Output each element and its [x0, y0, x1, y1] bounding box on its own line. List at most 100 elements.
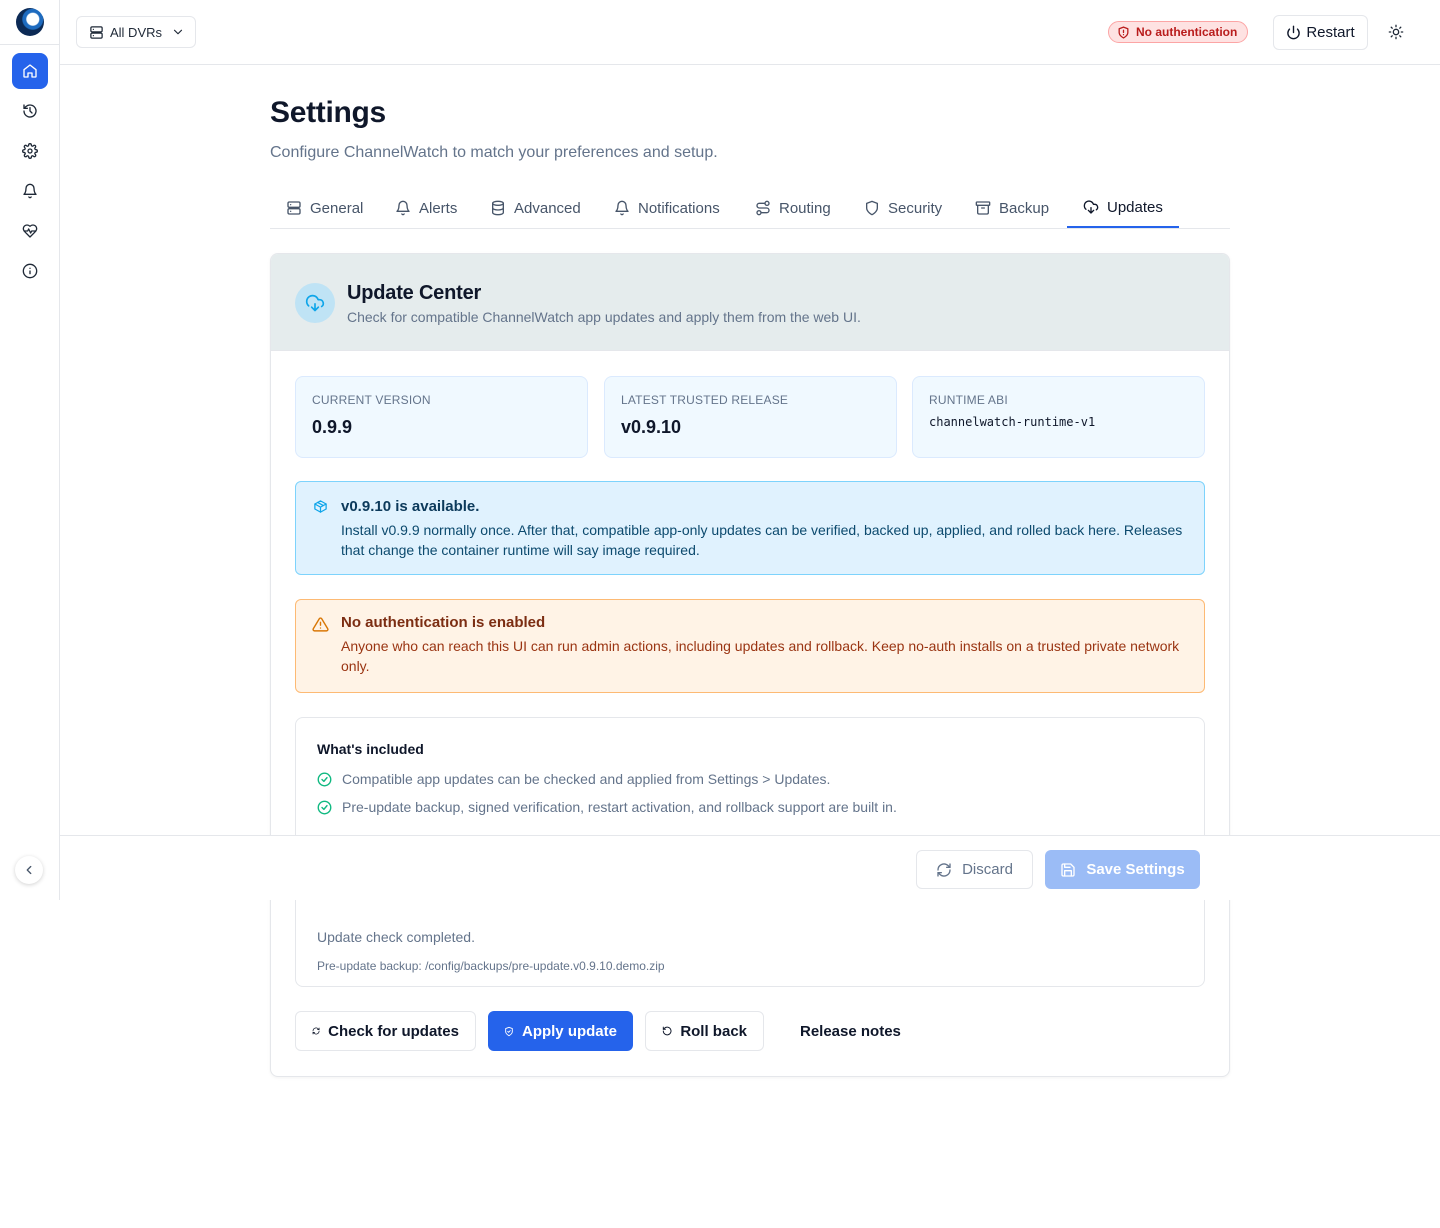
current-version-value: 0.9.9	[312, 417, 353, 437]
tab-label: Alerts	[419, 199, 458, 217]
server-icon	[90, 25, 103, 39]
refresh-icon	[312, 1027, 320, 1035]
sidebar-item-history[interactable]	[12, 93, 48, 129]
no-auth-warning-text: Anyone who can reach this UI can run adm…	[341, 638, 1180, 674]
update-available-text: Install v0.9.9 normally once. After that…	[341, 522, 1183, 558]
apply-update-button[interactable]: Apply update	[488, 1011, 633, 1051]
runtime-abi-value: channelwatch-runtime-v1	[929, 415, 1096, 429]
gear-icon	[22, 143, 38, 159]
sun-icon	[1388, 24, 1404, 40]
restart-button[interactable]: Restart	[1273, 15, 1368, 50]
list-item: Compatible app updates can be checked an…	[317, 771, 830, 787]
warning-triangle-icon	[312, 616, 329, 633]
home-icon	[23, 64, 37, 78]
cloud-download-icon	[295, 283, 335, 323]
page-subtitle: Configure ChannelWatch to match your pre…	[270, 144, 718, 161]
update-available-alert: v0.9.10 is available. Install v0.9.9 nor…	[295, 481, 1205, 575]
restart-label: Restart	[1306, 24, 1355, 41]
sidebar-divider	[0, 44, 60, 45]
check-circle-icon	[317, 772, 332, 786]
rollback-button[interactable]: Roll back	[645, 1011, 764, 1051]
tab-label: Backup	[999, 199, 1050, 217]
route-icon	[756, 200, 770, 216]
auth-status-badge: No authentication	[1108, 21, 1249, 43]
tab-backup[interactable]: Backup	[959, 188, 1065, 228]
update-center-subtitle: Check for compatible ChannelWatch app up…	[347, 309, 861, 325]
check-circle-icon	[317, 800, 332, 814]
tab-label: Updates	[1107, 198, 1163, 216]
tab-updates[interactable]: Updates	[1067, 188, 1179, 228]
latest-release-label: LATEST TRUSTED RELEASE	[621, 393, 789, 407]
tab-general[interactable]: General	[270, 188, 379, 228]
list-item-text: Pre-update backup, signed verification, …	[342, 799, 897, 815]
sidebar-item-health[interactable]	[12, 213, 48, 249]
bell-icon	[396, 200, 410, 216]
latest-release-stat: LATEST TRUSTED RELEASE v0.9.10	[604, 376, 897, 458]
cloud-download-icon	[1083, 200, 1099, 214]
whats-included-panel: What's included Compatible app updates c…	[295, 717, 1205, 847]
tab-label: Routing	[779, 199, 831, 217]
update-center-card: Update Center Check for compatible Chann…	[270, 253, 1230, 1077]
app-logo[interactable]	[16, 8, 44, 36]
shield-icon	[866, 200, 878, 216]
tab-label: Advanced	[514, 199, 581, 217]
list-item: Pre-update backup, signed verification, …	[317, 799, 897, 815]
package-icon	[313, 499, 328, 514]
sidebar-item-notifications[interactable]	[12, 173, 48, 209]
discard-label: Discard	[962, 861, 1013, 878]
release-notes-link[interactable]: Release notes	[776, 1011, 916, 1051]
database-icon	[492, 200, 504, 216]
save-settings-button[interactable]: Save Settings	[1045, 850, 1200, 889]
discard-button[interactable]: Discard	[916, 850, 1033, 889]
sidebar-item-home[interactable]	[12, 53, 48, 89]
auth-status-text: No authentication	[1136, 25, 1238, 39]
shield-alert-icon	[1118, 25, 1129, 39]
info-icon	[22, 263, 38, 279]
no-auth-warning-title: No authentication is enabled	[341, 614, 546, 631]
power-icon	[1287, 25, 1301, 40]
apply-update-label: Apply update	[521, 1022, 617, 1040]
theme-toggle-button[interactable]	[1386, 22, 1406, 42]
chevron-left-icon	[26, 865, 32, 875]
server-icon	[287, 201, 301, 215]
history-icon	[23, 104, 37, 118]
save-icon	[1061, 862, 1075, 877]
top-bar: All DVRs No authentication Restart	[60, 0, 1440, 65]
tab-label: General	[310, 199, 364, 217]
update-status-message: Update check completed.	[317, 929, 475, 945]
refresh-icon	[937, 862, 951, 877]
save-bar: Discard Save Settings	[60, 835, 1440, 900]
tab-label: Notifications	[638, 199, 720, 217]
sidebar-collapse-button[interactable]	[15, 856, 43, 884]
tab-advanced[interactable]: Advanced	[474, 188, 597, 228]
heart-pulse-icon	[22, 224, 38, 238]
tab-alerts[interactable]: Alerts	[379, 188, 473, 228]
dvr-selector-value: All DVRs	[110, 24, 163, 40]
current-version-stat: CURRENT VERSION 0.9.9	[295, 376, 588, 458]
pre-update-backup-path: Pre-update backup: /config/backups/pre-u…	[317, 959, 665, 973]
tab-routing[interactable]: Routing	[739, 188, 847, 228]
whats-included-title: What's included	[317, 741, 424, 757]
dvr-selector[interactable]: All DVRs	[76, 16, 196, 48]
update-center-header: Update Center Check for compatible Chann…	[271, 254, 1229, 351]
runtime-abi-label: RUNTIME ABI	[929, 393, 1008, 407]
update-available-title: v0.9.10 is available.	[341, 498, 480, 515]
bell-icon	[615, 200, 629, 216]
check-updates-button[interactable]: Check for updates	[295, 1011, 476, 1051]
bell-icon	[23, 183, 37, 199]
rollback-label: Roll back	[680, 1022, 747, 1040]
rotate-ccw-icon	[662, 1026, 672, 1036]
sidebar-item-about[interactable]	[12, 253, 48, 289]
shield-check-icon	[505, 1026, 513, 1036]
chevron-down-icon	[173, 29, 183, 35]
settings-tabs: General Alerts Advanced Notifications Ro…	[270, 188, 1230, 229]
no-auth-warning: No authentication is enabled Anyone who …	[295, 599, 1205, 693]
tab-label: Security	[888, 199, 943, 217]
sidebar-item-settings[interactable]	[12, 133, 48, 169]
archive-icon	[975, 201, 991, 215]
latest-release-value: v0.9.10	[621, 417, 682, 437]
save-settings-label: Save Settings	[1086, 861, 1185, 878]
tab-notifications[interactable]: Notifications	[598, 188, 736, 228]
release-notes-label: Release notes	[800, 1022, 901, 1040]
tab-security[interactable]: Security	[848, 188, 958, 228]
